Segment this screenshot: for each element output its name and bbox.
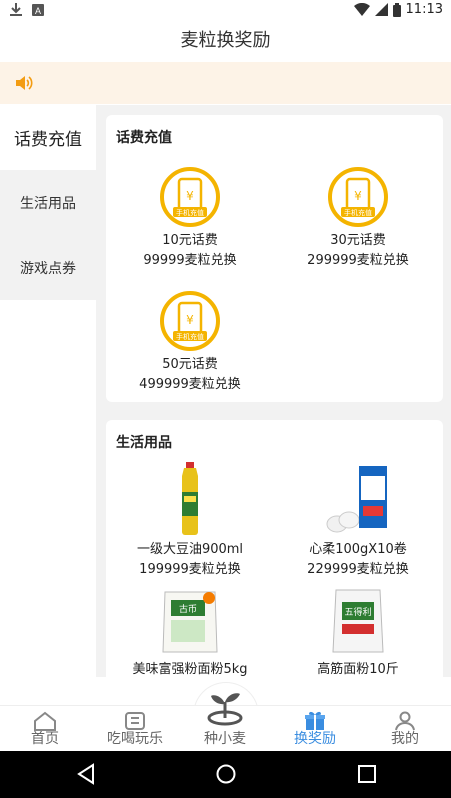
signal-icon bbox=[374, 3, 388, 16]
item-name: 30元话费 bbox=[330, 233, 386, 248]
wifi-icon bbox=[353, 3, 370, 16]
reward-item[interactable]: ¥ 手机充值 50元话费 499999麦粒兑换 bbox=[106, 291, 274, 395]
status-bar: A 11:13 bbox=[0, 0, 451, 20]
flour-bag-image: 古币 bbox=[162, 591, 218, 653]
reward-item[interactable]: 一级大豆油900ml 199999麦粒兑换 bbox=[106, 462, 274, 580]
section-title: 话费充值 bbox=[116, 130, 172, 146]
section-daily-goods: 生活用品 一级大豆油900ml 199999麦粒兑换 心柔100gX10卷 22… bbox=[106, 420, 443, 677]
soybean-oil-image bbox=[182, 462, 198, 535]
item-name: 高筋面粉10斤 bbox=[317, 662, 399, 677]
phone-recharge-icon: ¥ 手机充值 bbox=[328, 167, 388, 227]
section-phone-recharge: 话费充值 ¥ 手机充值 10元话费 99999麦粒兑换 ¥ 手机充值 30元话费… bbox=[106, 115, 443, 402]
notice-bar bbox=[0, 62, 451, 104]
item-price: 299999麦粒兑换 bbox=[307, 253, 409, 268]
reward-item[interactable]: ¥ 手机充值 10元话费 99999麦粒兑换 bbox=[106, 167, 274, 271]
svg-text:¥: ¥ bbox=[354, 189, 362, 203]
item-name: 心柔100gX10卷 bbox=[309, 542, 407, 557]
flour-bag-label: 五得利 bbox=[344, 606, 371, 618]
item-name: 美味富强粉面粉5kg bbox=[132, 662, 248, 677]
phone-recharge-label: 手机充值 bbox=[344, 208, 372, 217]
app-notification-icon: A bbox=[32, 3, 44, 16]
reward-item[interactable]: 五得利 高筋面粉10斤 bbox=[274, 586, 442, 677]
tissue-rolls-image bbox=[326, 466, 387, 533]
recent-apps-icon[interactable] bbox=[357, 764, 377, 784]
svg-text:A: A bbox=[35, 6, 41, 16]
download-icon bbox=[10, 3, 22, 16]
reward-item[interactable]: 古币 美味富强粉面粉5kg bbox=[106, 586, 274, 677]
phone-recharge-label: 手机充值 bbox=[176, 208, 204, 217]
phone-recharge-icon: ¥ 手机充值 bbox=[160, 167, 220, 227]
phone-recharge-icon: ¥ 手机充值 bbox=[160, 291, 220, 351]
sprout-icon bbox=[207, 693, 243, 726]
sidebar-item-daily-goods[interactable]: 生活用品 bbox=[0, 170, 96, 235]
home-button-icon[interactable] bbox=[215, 763, 237, 785]
reward-item[interactable]: 心柔100gX10卷 229999麦粒兑换 bbox=[274, 462, 442, 580]
speaker-icon bbox=[14, 74, 34, 96]
phone-recharge-label: 手机充值 bbox=[176, 332, 204, 341]
item-name: 50元话费 bbox=[162, 357, 218, 372]
battery-icon bbox=[392, 2, 401, 17]
page-title: 麦粒换奖励 bbox=[0, 20, 451, 62]
item-name: 一级大豆油900ml bbox=[136, 542, 244, 557]
tab-fun[interactable]: 吃喝玩乐 bbox=[90, 706, 180, 752]
svg-text:¥: ¥ bbox=[186, 189, 194, 203]
sidebar-item-game-coupons[interactable]: 游戏点券 bbox=[0, 235, 96, 300]
item-price: 499999麦粒兑换 bbox=[139, 377, 241, 392]
svg-text:¥: ¥ bbox=[186, 313, 194, 327]
bottom-tab-bar: 首页 吃喝玩乐 种小麦 换奖励 我的 bbox=[0, 693, 451, 752]
high-gluten-flour-image: 五得利 bbox=[332, 589, 384, 653]
category-sidebar: 话费充值 生活用品 游戏点券 bbox=[0, 105, 96, 300]
sidebar-item-phone-recharge[interactable]: 话费充值 bbox=[0, 105, 96, 170]
item-price: 99999麦粒兑换 bbox=[143, 253, 237, 268]
back-icon[interactable] bbox=[76, 763, 96, 785]
reward-item[interactable]: ¥ 手机充值 30元话费 299999麦粒兑换 bbox=[274, 167, 442, 271]
system-navigation-bar bbox=[0, 751, 451, 798]
item-price: 229999麦粒兑换 bbox=[307, 562, 409, 577]
tab-rewards[interactable]: 换奖励 bbox=[270, 706, 360, 752]
tab-plant-wheat[interactable]: 种小麦 bbox=[180, 693, 270, 752]
item-price: 199999麦粒兑换 bbox=[139, 562, 241, 577]
reward-list[interactable]: 话费充值 ¥ 手机充值 10元话费 99999麦粒兑换 ¥ 手机充值 30元话费… bbox=[96, 105, 451, 677]
tab-profile[interactable]: 我的 bbox=[360, 706, 450, 752]
item-name: 10元话费 bbox=[162, 233, 218, 248]
status-time: 11:13 bbox=[405, 2, 443, 17]
tab-home[interactable]: 首页 bbox=[0, 706, 90, 752]
section-title: 生活用品 bbox=[116, 435, 172, 451]
flour-bag-label: 古币 bbox=[179, 603, 197, 615]
